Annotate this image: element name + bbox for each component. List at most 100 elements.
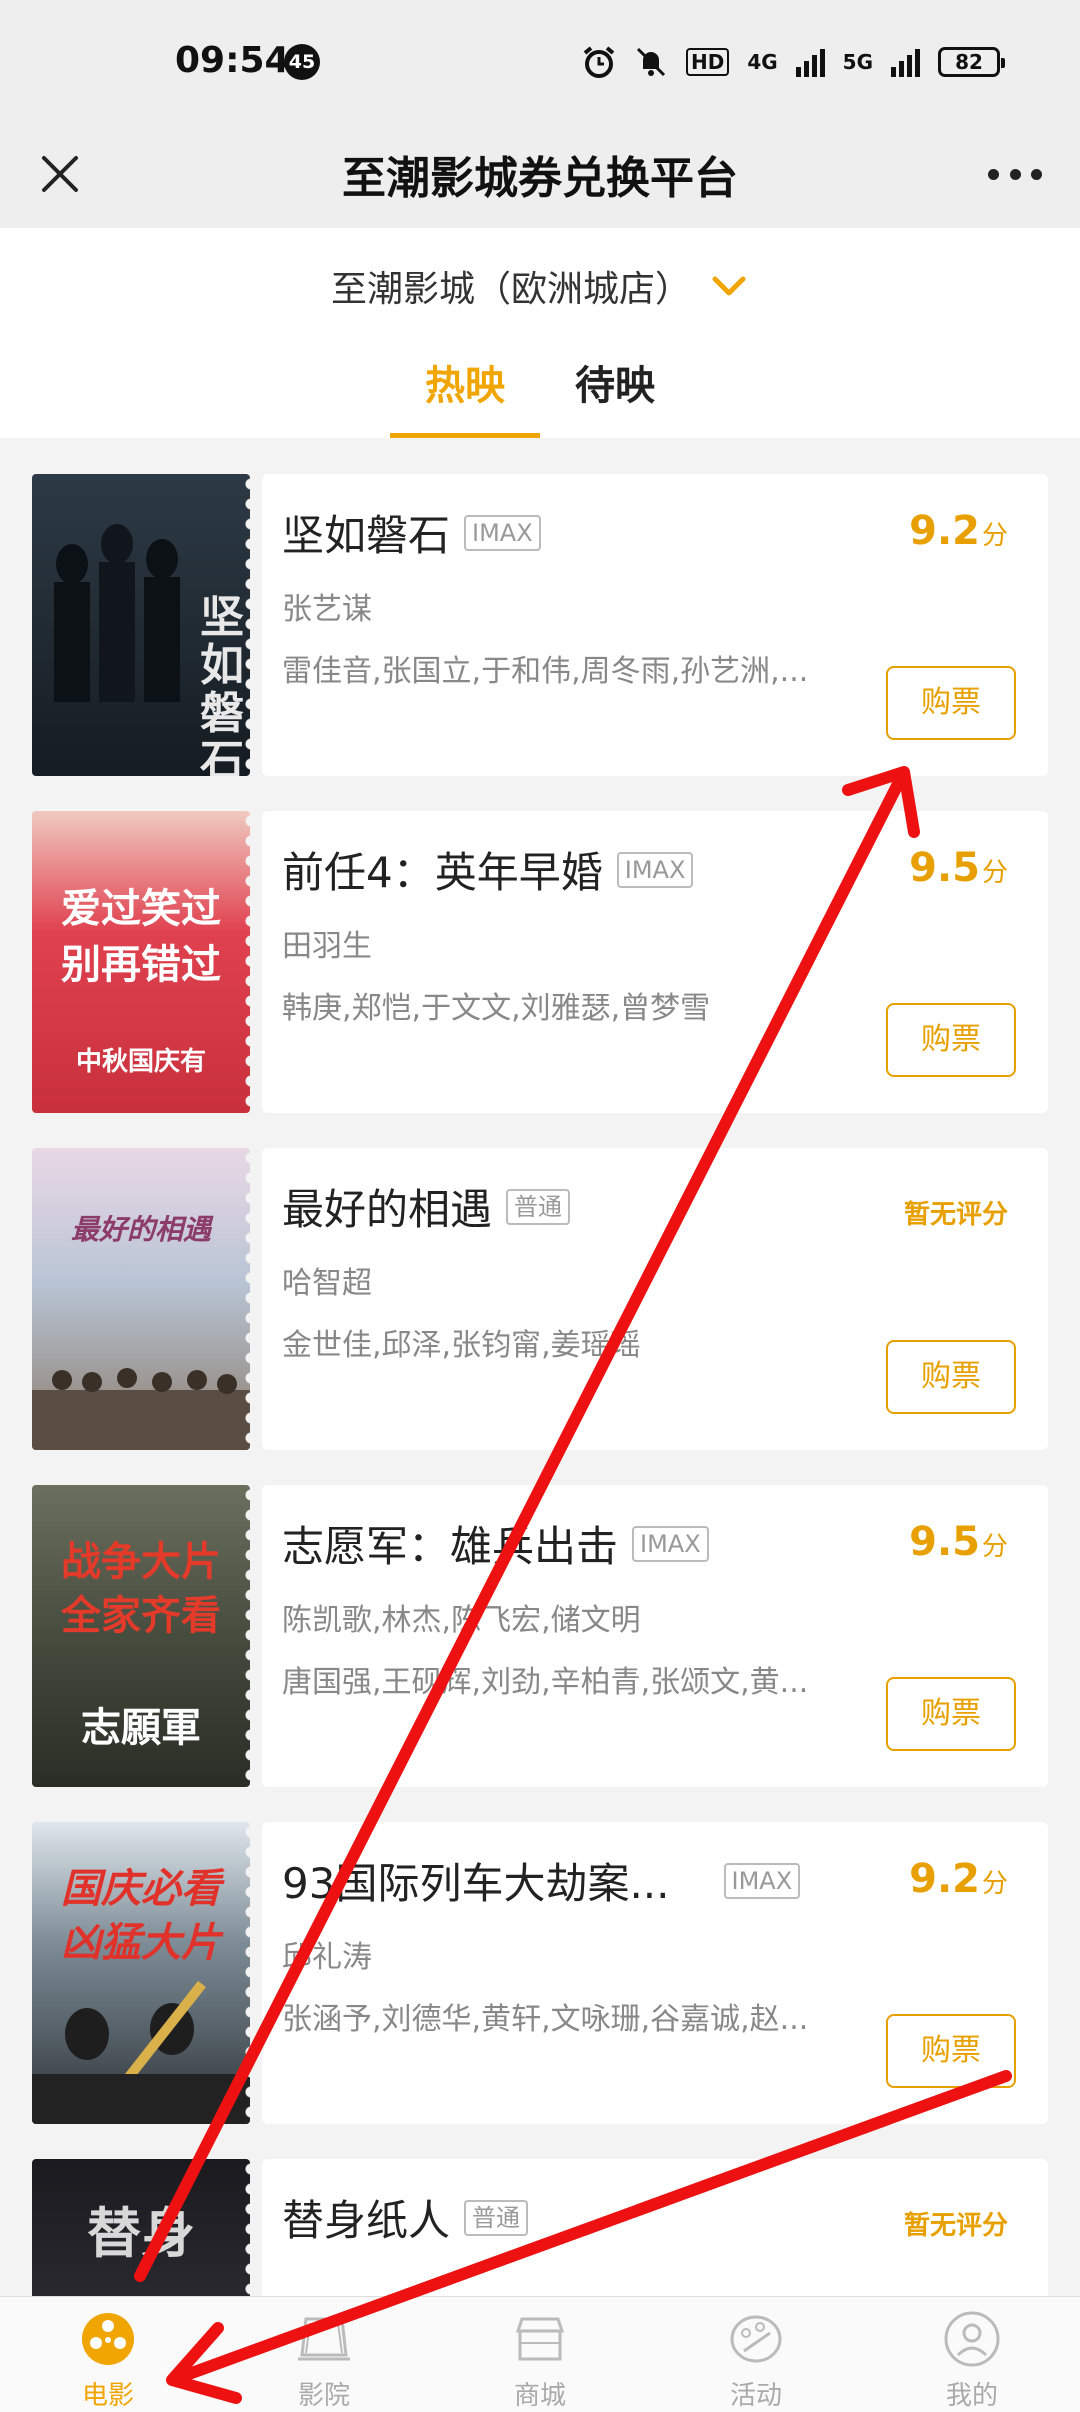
- movie-card[interactable]: 国庆必看 凶猛大片 93国际列车大劫案... IMAX 邱礼涛 张涵予,刘德华,…: [32, 1822, 1048, 2124]
- movie-director: 哈智超: [282, 1266, 372, 1301]
- signal-icon-2: [891, 47, 920, 77]
- store-icon: [515, 2317, 565, 2361]
- buy-ticket-button[interactable]: 购票: [886, 1677, 1016, 1751]
- battery-icon: 82: [938, 47, 1005, 77]
- bottom-nav: 电影 影院 商城 活动 我的: [0, 2296, 1080, 2412]
- movie-cast: 唐国强,王砚辉,刘劲,辛柏青,张颂文,黄...: [282, 1665, 809, 1700]
- cinema-icon: [298, 2317, 350, 2361]
- mute-bell-icon: [636, 47, 666, 77]
- nav-label: 活动: [729, 2381, 782, 2411]
- buy-ticket-button[interactable]: 购票: [886, 2014, 1016, 2088]
- format-tag: 普通: [506, 1188, 571, 1225]
- movie-director: 陈凯歌,林杰,陈飞宏,储文明: [282, 1603, 641, 1638]
- nav-label: 影院: [297, 2381, 350, 2411]
- network-4g-label: 4G: [747, 50, 778, 74]
- cinema-name: 至潮影城（欧洲城店）: [330, 269, 691, 310]
- poster-subtext: 志願軍: [81, 1705, 201, 1751]
- movie-poster[interactable]: 战争大片 全家齐看 志願軍: [32, 1485, 250, 1787]
- movie-cast: 张涵予,刘德华,黄轩,文咏珊,谷嘉诚,赵...: [282, 2002, 809, 2037]
- movie-cast: 金世佳,邱泽,张钧甯,姜瑶瑶: [282, 1328, 641, 1363]
- title-bar: 至潮影城券兑换平台: [0, 122, 1080, 228]
- status-icons: HD 4G 5G 82: [582, 42, 1005, 82]
- movie-info: 93国际列车大劫案... IMAX 邱礼涛 张涵予,刘德华,黄轩,文咏珊,谷嘉诚…: [262, 1822, 1048, 2124]
- movie-score: 暂无评分: [903, 2211, 1008, 2241]
- status-time: 09:54: [175, 40, 290, 81]
- movie-info: 志愿军：雄兵出击 IMAX 陈凯歌,林杰,陈飞宏,储文明 唐国强,王砚辉,刘劲,…: [262, 1485, 1048, 1787]
- format-tag: IMAX: [616, 851, 694, 888]
- movie-score: 9.2分: [909, 508, 1008, 554]
- movie-poster[interactable]: 爱过笑过 别再错过 中秋国庆有: [32, 811, 250, 1113]
- nav-item-activities[interactable]: 活动: [648, 2297, 864, 2412]
- movie-info: 前任4：英年早婚 IMAX 田羽生 韩庚,郑恺,于文文,刘雅瑟,曾梦雪 9.5分…: [262, 811, 1048, 1113]
- nav-item-profile[interactable]: 我的: [864, 2297, 1080, 2412]
- cinema-header: 至潮影城（欧洲城店） 热映 待映: [0, 228, 1080, 438]
- alarm-icon: [583, 46, 615, 78]
- format-tag: IMAX: [464, 514, 541, 551]
- movie-score: 9.2分: [909, 1856, 1008, 1902]
- movie-title-text: 93国际列车大劫案...: [282, 1859, 670, 1908]
- movie-title-text: 最好的相遇: [282, 1185, 493, 1234]
- film-reel-icon: [82, 2313, 134, 2365]
- movie-poster[interactable]: 坚如磐石: [32, 474, 250, 776]
- cinema-selector[interactable]: 至潮影城（欧洲城店）: [0, 256, 1080, 316]
- format-tag: IMAX: [723, 1862, 801, 1899]
- poster-crowd: [32, 1368, 250, 1450]
- movie-poster[interactable]: 国庆必看 凶猛大片: [32, 1822, 250, 2124]
- movie-director: 张艺谋: [282, 592, 372, 627]
- movie-score: 9.5分: [909, 845, 1008, 891]
- nav-item-cinemas[interactable]: 影院: [216, 2297, 432, 2412]
- movie-card[interactable]: 最好的相遇 最好的相遇 普通 哈智超 金世佳,邱泽,张钧甯,姜瑶瑶 暂无评分 购…: [32, 1148, 1048, 1450]
- movie-title-text: 志愿军：雄兵出击: [282, 1522, 619, 1571]
- nav-item-store[interactable]: 商城: [432, 2297, 648, 2412]
- movie-title: 志愿军：雄兵出击 IMAX: [282, 1513, 709, 1574]
- movie-score: 9.5分: [909, 1519, 1008, 1565]
- poster-text: 爱过笑过 别再错过: [61, 886, 221, 988]
- more-options-icon[interactable]: [980, 144, 1050, 204]
- hd-label: HD: [685, 48, 730, 76]
- movie-score: 暂无评分: [903, 1200, 1008, 1230]
- poster-text: 国庆必看 凶猛大片: [61, 1866, 221, 1966]
- movie-card[interactable]: 坚如磐石 坚如磐石 IMAX 张艺谋 雷佳音,张国立,于和伟,周冬雨,孙艺洲,.…: [32, 474, 1048, 776]
- buy-ticket-button[interactable]: 购票: [886, 1003, 1016, 1077]
- movie-title: 93国际列车大劫案... IMAX: [282, 1850, 982, 1911]
- poster-figures: [32, 1980, 250, 2124]
- movie-card[interactable]: 爱过笑过 别再错过 中秋国庆有 前任4：英年早婚 IMAX 田羽生 韩庚,郑恺,…: [32, 811, 1048, 1113]
- buy-ticket-button[interactable]: 购票: [886, 1340, 1016, 1414]
- page-title: 至潮影城券兑换平台: [342, 153, 738, 204]
- movie-card[interactable]: 战争大片 全家齐看 志願軍 志愿军：雄兵出击 IMAX 陈凯歌,林杰,陈飞宏,储…: [32, 1485, 1048, 1787]
- movie-cast: 韩庚,郑恺,于文文,刘雅瑟,曾梦雪: [282, 991, 711, 1026]
- movie-director: 邱礼涛: [282, 1940, 372, 1975]
- movie-title: 坚如磐石 IMAX: [282, 502, 541, 563]
- movie-tabs: 热映 待映: [0, 346, 1080, 438]
- buy-ticket-button[interactable]: 购票: [886, 666, 1016, 740]
- poster-text: 替身: [87, 2202, 195, 2265]
- movie-poster[interactable]: 最好的相遇: [32, 1148, 250, 1450]
- tab-coming-soon[interactable]: 待映: [565, 346, 665, 438]
- movie-title-text: 坚如磐石: [282, 511, 451, 560]
- poster-text: 战争大片 全家齐看: [61, 1539, 221, 1639]
- nav-label: 商城: [513, 2381, 566, 2411]
- movie-title: 前任4：英年早婚 IMAX: [282, 839, 694, 900]
- movie-cast: 雷佳音,张国立,于和伟,周冬雨,孙艺洲,...: [282, 654, 809, 689]
- signal-icon: [795, 47, 825, 77]
- poster-text: 坚如磐石: [200, 592, 244, 777]
- format-tag: IMAX: [632, 1525, 709, 1562]
- movie-director: 田羽生: [282, 929, 372, 964]
- poster-subtext: 中秋国庆有: [75, 1047, 206, 1077]
- nav-label: 电影: [81, 2381, 134, 2411]
- profile-icon: [944, 2311, 1000, 2367]
- tab-now-showing[interactable]: 热映: [390, 346, 540, 438]
- movie-info: 坚如磐石 IMAX 张艺谋 雷佳音,张国立,于和伟,周冬雨,孙艺洲,... 9.…: [262, 474, 1048, 776]
- movie-title-text: 前任4：英年早婚: [282, 848, 603, 897]
- movie-title: 替身纸人 普通: [282, 2187, 529, 2248]
- network-5g-label: 5G: [842, 50, 873, 74]
- activity-icon: [730, 2315, 782, 2363]
- format-tag: 普通: [464, 2199, 529, 2236]
- poster-text: 最好的相遇: [70, 1213, 211, 1246]
- movie-info: 最好的相遇 普通 哈智超 金世佳,邱泽,张钧甯,姜瑶瑶 暂无评分 购票: [262, 1148, 1048, 1450]
- notification-count-badge: 45: [284, 44, 320, 80]
- chevron-down-icon: [712, 276, 746, 296]
- movie-title: 最好的相遇 普通: [282, 1176, 571, 1237]
- status-bar: 09:54 45 HD 4G 5G 82: [0, 0, 1080, 122]
- nav-item-movies[interactable]: 电影: [0, 2297, 216, 2412]
